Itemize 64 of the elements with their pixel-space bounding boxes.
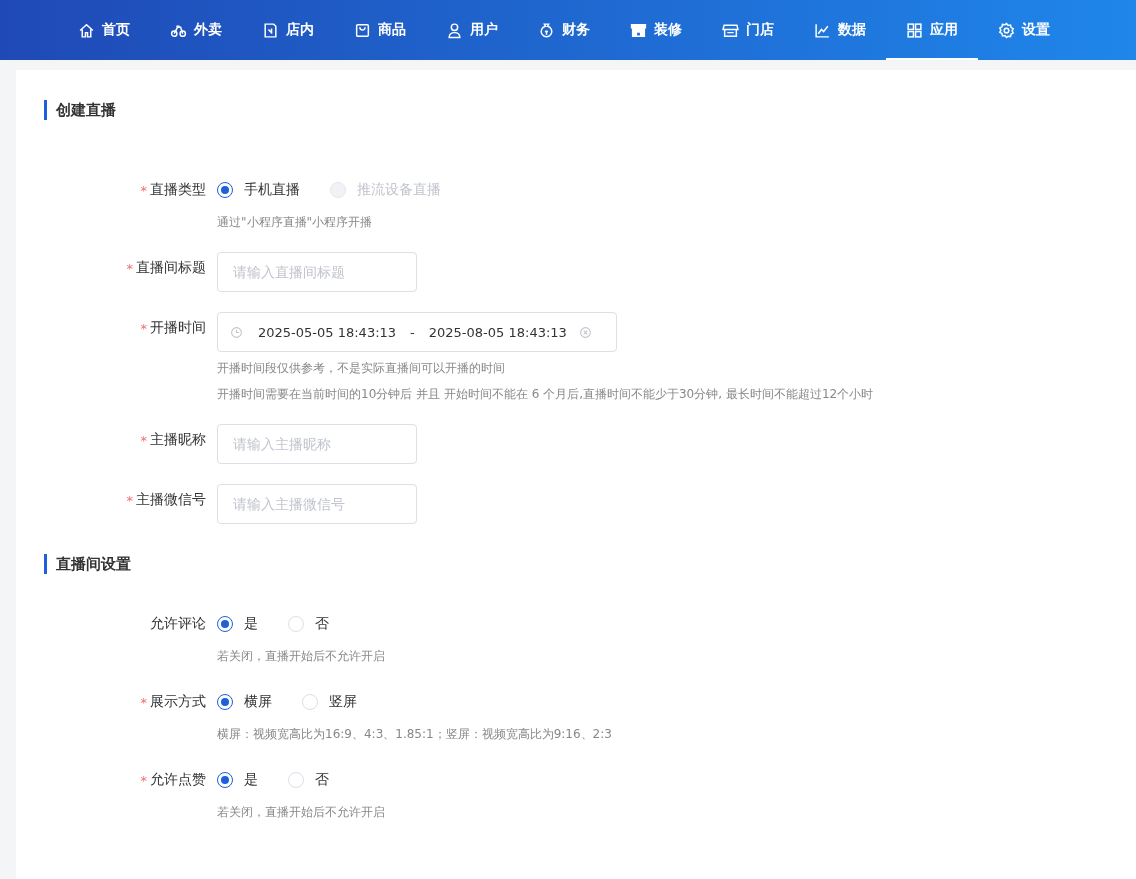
required-mark: *	[140, 320, 147, 336]
hint-text: 开播时间需要在当前时间的10分钟后 并且 开始时间不能在 6 个月后,直播时间不能少于30分钟, 最长时间不能超过12个小时	[217, 386, 874, 403]
radio-label[interactable]: 是	[244, 771, 258, 789]
house-icon	[78, 21, 95, 39]
radio-button[interactable]	[217, 616, 233, 632]
range-separator: -	[410, 324, 415, 340]
required-mark: *	[140, 772, 147, 788]
text-input-field[interactable]: 请输入主播微信号	[217, 484, 417, 524]
required-mark: *	[140, 694, 147, 710]
section-title: 直播间设置	[44, 554, 1136, 574]
grid-icon	[906, 21, 923, 39]
hint-text: 横屏：视频宽高比为16:9、4:3、1.85:1；竖屏：视频宽高比为9:16、2:3	[217, 726, 612, 743]
required-mark: *	[140, 182, 147, 198]
text-input-field[interactable]: 请输入主播昵称	[217, 424, 417, 464]
radio-button[interactable]	[217, 182, 233, 198]
clear-icon[interactable]	[578, 325, 592, 339]
clock-icon	[230, 325, 243, 339]
nav-tab[interactable]: 财务	[518, 0, 610, 60]
nav-tab[interactable]: 装修	[610, 0, 702, 60]
radio-label[interactable]: 否	[315, 615, 329, 633]
nav-tab[interactable]: 应用	[886, 0, 978, 60]
date-range-field[interactable]: 2025-05-05 18:43:13 - 2025-08-05 18:43:13	[217, 312, 617, 352]
radio-label[interactable]: 横屏	[244, 693, 272, 711]
hint-text: 开播时间段仅供参考，不是实际直播间可以开播的时间	[217, 360, 506, 377]
field-label: 展示方式	[150, 693, 206, 711]
nav-tab[interactable]: 商品	[334, 0, 426, 60]
field-label: 允许点赞	[150, 771, 206, 789]
required-mark: *	[126, 492, 133, 508]
required-mark: *	[126, 260, 133, 276]
radio-label[interactable]: 竖屏	[329, 693, 357, 711]
radio-button[interactable]	[217, 772, 233, 788]
radio-button[interactable]	[217, 694, 233, 710]
hint-text: 若关闭，直播开始后不允许开启	[217, 804, 385, 821]
nav-tab[interactable]: 门店	[702, 0, 794, 60]
radio-label[interactable]: 手机直播	[244, 181, 300, 199]
hint-text: 若关闭，直播开始后不允许开启	[217, 648, 385, 665]
field-label: 允许评论	[150, 615, 206, 633]
bag-icon	[354, 21, 371, 39]
field-label: 主播昵称	[150, 431, 206, 449]
radio-label[interactable]: 是	[244, 615, 258, 633]
settings-icon	[998, 21, 1015, 39]
storefront-icon	[630, 21, 647, 39]
store-icon	[722, 21, 739, 39]
user-icon	[446, 21, 463, 39]
end-date-text: 2025-08-05 18:43:13	[428, 324, 567, 340]
section-title: 创建直播	[44, 100, 1136, 120]
field-label: 直播间标题	[136, 259, 206, 277]
nav-tab[interactable]: 设置	[978, 0, 1070, 60]
line-chart-icon	[814, 21, 831, 39]
money-bag-icon	[538, 21, 555, 39]
document-icon	[262, 21, 279, 39]
text-input-field[interactable]: 请输入直播间标题	[217, 252, 417, 292]
start-date-text: 2025-05-05 18:43:13	[258, 324, 397, 340]
radio-label[interactable]: 否	[315, 771, 329, 789]
required-mark: *	[140, 432, 147, 448]
nav-tab[interactable]: 外卖	[150, 0, 242, 60]
hint-text: 通过"小程序直播"小程序开播	[217, 214, 374, 231]
field-label: 直播类型	[150, 181, 206, 199]
nav-tab[interactable]: 店内	[242, 0, 334, 60]
field-label: 主播微信号	[136, 491, 206, 509]
nav-tab[interactable]: 用户	[426, 0, 518, 60]
nav-tab[interactable]: 数据	[794, 0, 886, 60]
nav-tab[interactable]: 首页	[58, 0, 150, 60]
field-label: 开播时间	[150, 319, 206, 337]
